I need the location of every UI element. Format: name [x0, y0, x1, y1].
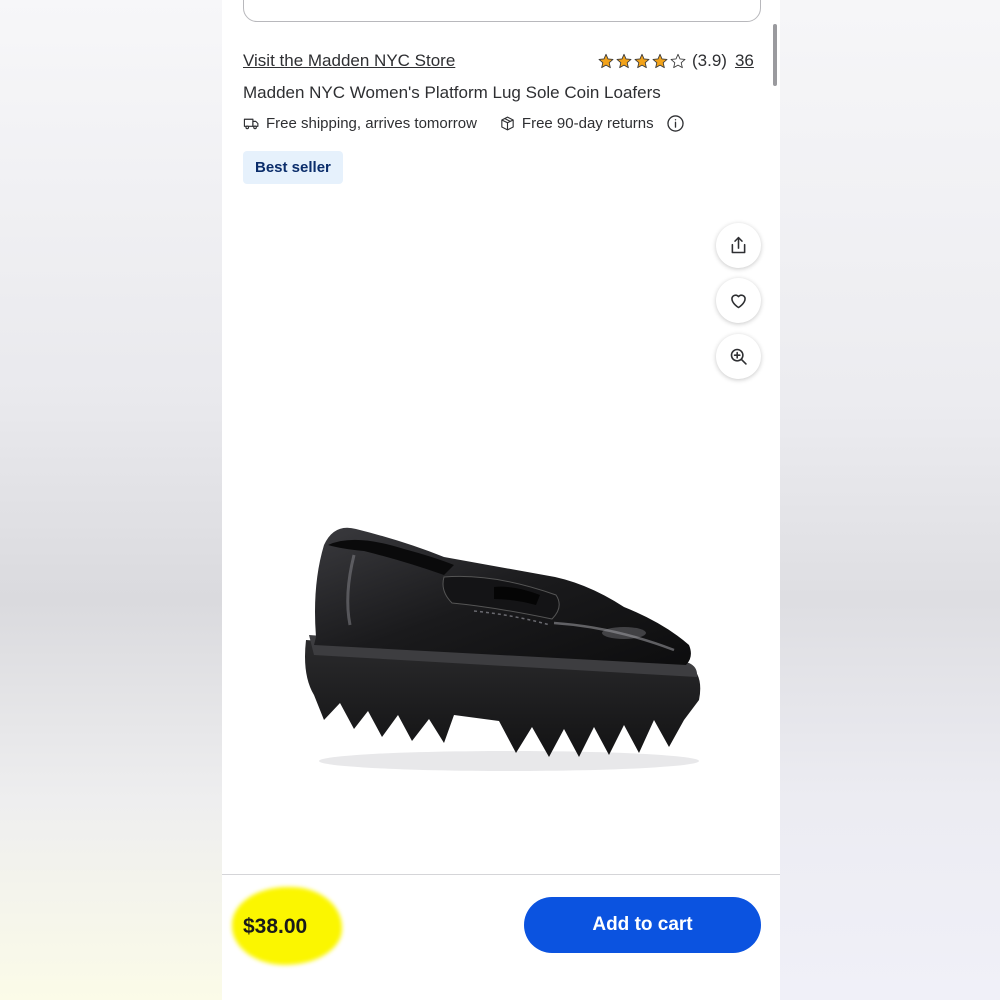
star-rating — [598, 53, 686, 69]
fulfillment-row: Free shipping, arrives tomorrow Free 90-… — [243, 114, 685, 133]
return-box-icon — [501, 116, 514, 131]
star-full-icon — [598, 53, 614, 69]
star-full-icon — [634, 53, 650, 69]
heart-icon — [731, 294, 746, 309]
review-count-link[interactable]: 36 — [735, 51, 754, 71]
share-icon — [731, 236, 746, 254]
star-empty-icon — [670, 53, 686, 69]
product-image[interactable] — [294, 515, 714, 775]
rating[interactable]: (3.9) 36 — [598, 51, 754, 71]
background-right — [780, 0, 1000, 1000]
store-link[interactable]: Visit the Madden NYC Store — [243, 51, 455, 71]
returns-text: Free 90-day returns — [521, 115, 654, 132]
scrollbar[interactable] — [773, 24, 777, 86]
shipping-info: Free shipping, arrives tomorrow — [243, 115, 477, 132]
product-title: Madden NYC Women's Platform Lug Sole Coi… — [243, 83, 661, 102]
price: $38.00 — [243, 915, 308, 938]
best-seller-badge: Best seller — [243, 151, 343, 184]
zoom-in-icon — [730, 348, 747, 365]
product-page: Visit the Madden NYC Store (3.9) 36 Madd… — [222, 0, 780, 1000]
info-icon[interactable] — [666, 114, 685, 133]
truck-icon — [243, 118, 259, 130]
add-to-cart-button[interactable]: Add to cart — [524, 897, 761, 953]
rating-value: (3.9) — [692, 51, 727, 70]
star-full-icon — [616, 53, 632, 69]
returns-info: Free 90-day returns — [499, 115, 654, 132]
search-bar[interactable] — [243, 0, 761, 22]
background-left — [0, 0, 222, 1000]
favorite-button[interactable] — [716, 278, 761, 323]
footer-divider — [222, 874, 780, 875]
share-button[interactable] — [716, 223, 761, 268]
price-area: $38.00 — [232, 887, 342, 965]
shipping-text: Free shipping, arrives tomorrow — [266, 115, 477, 132]
star-full-icon — [652, 53, 668, 69]
zoom-button[interactable] — [716, 334, 761, 379]
